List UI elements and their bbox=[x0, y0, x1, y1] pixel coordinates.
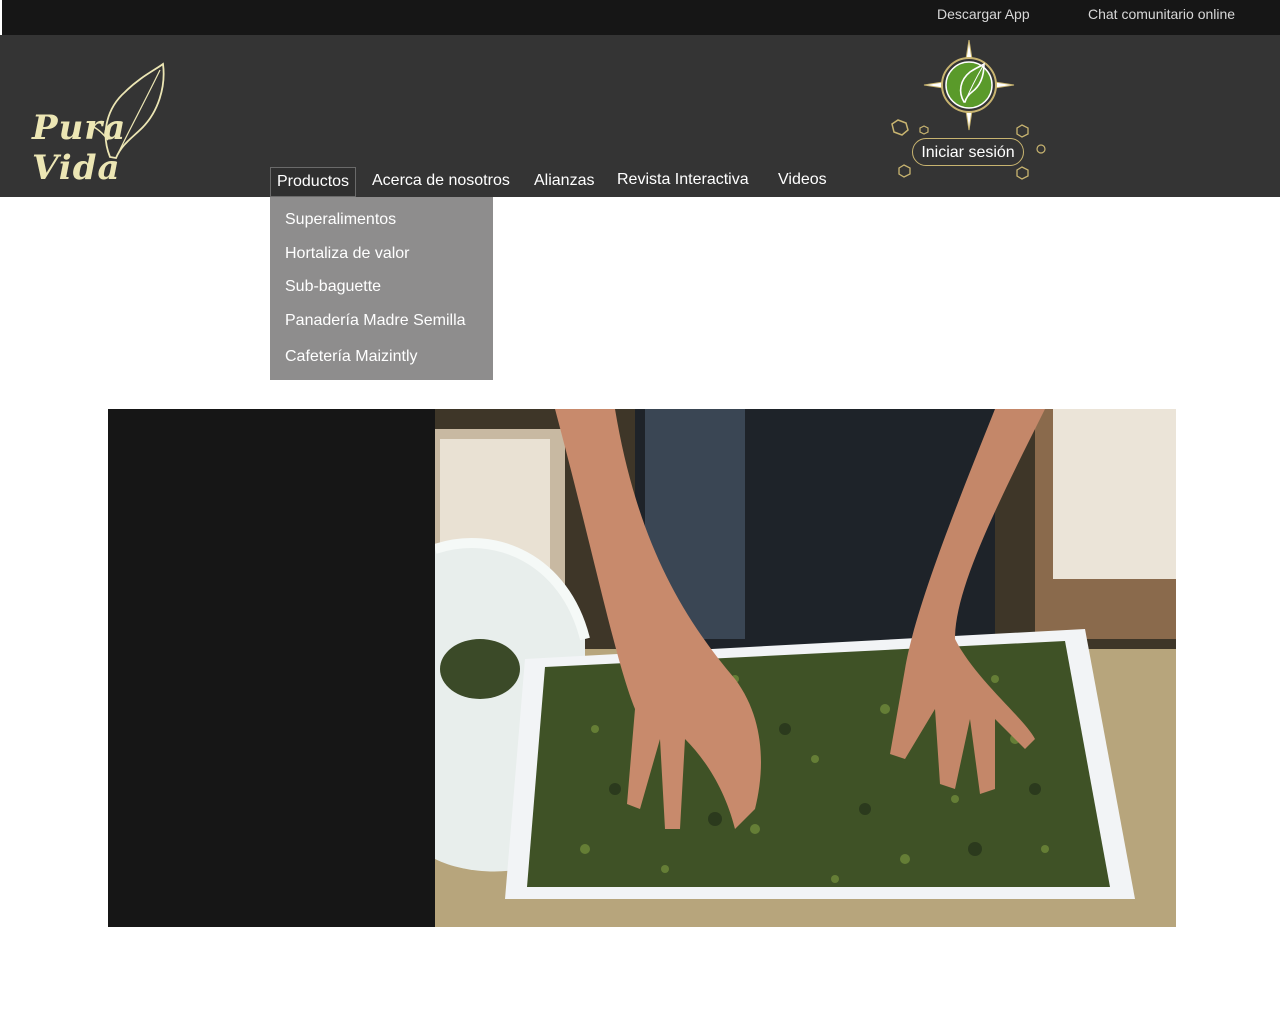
nav-item-acerca[interactable]: Acerca de nosotros bbox=[372, 167, 510, 195]
top-utility-bar: Descargar App Chat comunitario online bbox=[0, 0, 1280, 35]
hero-section bbox=[108, 409, 1176, 927]
hero-photo bbox=[435, 409, 1176, 927]
hands-tray-photo bbox=[435, 409, 1176, 927]
logo-text: Pura Vida bbox=[32, 108, 127, 188]
nav-item-alianzas[interactable]: Alianzas bbox=[534, 167, 594, 195]
download-app-link[interactable]: Descargar App bbox=[937, 6, 1030, 22]
nav-item-videos[interactable]: Videos bbox=[778, 166, 827, 194]
compass-icon bbox=[891, 39, 1046, 180]
page: Descargar App Chat comunitario online Pu… bbox=[0, 0, 1280, 1024]
login-button[interactable]: Iniciar sesión bbox=[912, 138, 1024, 166]
productos-dropdown: Superalimentos Hortaliza de valor Sub-ba… bbox=[270, 197, 493, 380]
dropdown-item-cafeteria[interactable]: Cafetería Maizintly bbox=[285, 348, 418, 366]
dropdown-item-sub-baguette[interactable]: Sub-baguette bbox=[285, 278, 381, 296]
hero-dark-panel bbox=[108, 409, 435, 927]
compass-emblem bbox=[884, 39, 1054, 190]
community-chat-link[interactable]: Chat comunitario online bbox=[1088, 6, 1235, 22]
dropdown-item-panaderia[interactable]: Panadería Madre Semilla bbox=[285, 312, 466, 330]
nav-item-revista[interactable]: Revista Interactiva bbox=[617, 166, 749, 194]
dropdown-item-hortaliza[interactable]: Hortaliza de valor bbox=[285, 245, 410, 263]
dropdown-item-superalimentos[interactable]: Superalimentos bbox=[285, 211, 396, 229]
pura-vida-logo[interactable]: Pura Vida bbox=[30, 62, 190, 188]
nav-item-productos[interactable]: Productos bbox=[270, 167, 357, 197]
